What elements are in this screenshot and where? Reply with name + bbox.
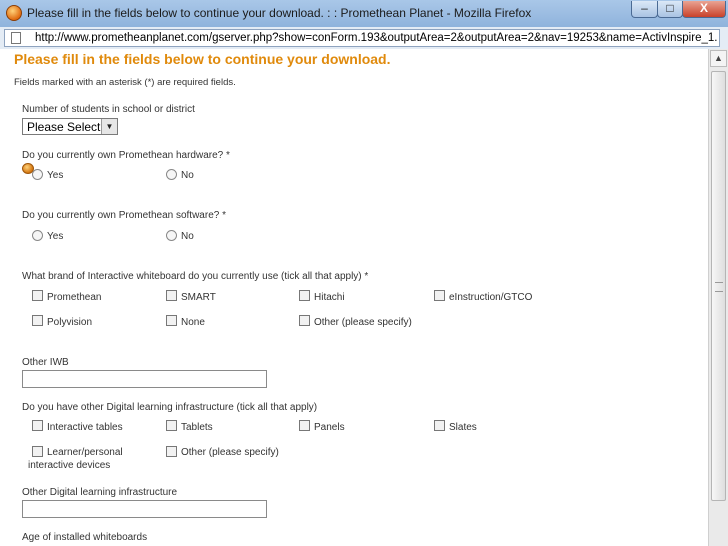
infra-tablets-label: Tablets xyxy=(181,422,213,433)
page-title: Please fill in the fields below to conti… xyxy=(14,51,391,67)
minimize-button[interactable]: – xyxy=(631,1,658,18)
other-iwb-label: Other IWB xyxy=(22,357,69,368)
infra-tablets-checkbox[interactable] xyxy=(166,420,177,431)
iwb-promethean-checkbox[interactable] xyxy=(32,290,43,301)
students-select[interactable]: Please Select ▼ xyxy=(22,118,118,135)
infra-learner-label-continued: interactive devices xyxy=(28,460,111,471)
software-no-radio[interactable] xyxy=(166,230,177,241)
grip-icon xyxy=(715,282,723,292)
window-title: Please fill in the fields below to conti… xyxy=(27,6,532,20)
chevron-down-icon[interactable]: ▼ xyxy=(101,119,117,134)
iwb-hitachi-label: Hitachi xyxy=(314,292,345,303)
infra-panels-label: Panels xyxy=(314,422,345,433)
hardware-label: Do you currently own Promethean hardware… xyxy=(22,150,230,161)
iwb-einstruction-checkbox[interactable] xyxy=(434,290,445,301)
vertical-scrollbar[interactable]: ▲ xyxy=(708,49,728,546)
infra-other-checkbox[interactable] xyxy=(166,446,177,457)
infra-tables-label: Interactive tables xyxy=(47,422,123,433)
page-content: Please fill in the fields below to conti… xyxy=(0,49,708,546)
url-text: http://www.prometheanplanet.com/gserver.… xyxy=(35,32,717,44)
software-no-label: No xyxy=(181,231,194,242)
infra-other-label: Other (please specify) xyxy=(181,447,279,458)
infra-learner-checkbox[interactable] xyxy=(32,446,43,457)
hardware-no-label: No xyxy=(181,170,194,181)
scroll-thumb[interactable] xyxy=(711,71,726,501)
other-infrastructure-input[interactable] xyxy=(22,500,267,518)
software-yes-radio[interactable] xyxy=(32,230,43,241)
iwb-other-label: Other (please specify) xyxy=(314,317,412,328)
address-bar: http://www.prometheanplanet.com/gserver.… xyxy=(0,27,728,50)
infrastructure-label: Do you have other Digital learning infra… xyxy=(22,402,318,413)
required-fields-note: Fields marked with an asterisk (*) are r… xyxy=(14,77,236,88)
infra-tables-checkbox[interactable] xyxy=(32,420,43,431)
iwb-hitachi-checkbox[interactable] xyxy=(299,290,310,301)
iwb-polyvision-label: Polyvision xyxy=(47,317,93,328)
software-label: Do you currently own Promethean software… xyxy=(22,210,226,221)
iwb-none-label: None xyxy=(181,317,205,328)
iwb-einstruction-label: eInstruction/GTCO xyxy=(449,292,533,303)
students-label: Number of students in school or district xyxy=(22,104,195,115)
firefox-icon xyxy=(6,5,22,21)
infra-slates-checkbox[interactable] xyxy=(434,420,445,431)
iwb-smart-label: SMART xyxy=(181,292,216,303)
age-whiteboards-label: Age of installed whiteboards xyxy=(22,532,148,543)
iwb-brand-label: What brand of Interactive whiteboard do … xyxy=(22,271,369,282)
other-infrastructure-label: Other Digital learning infrastructure xyxy=(22,487,178,498)
students-select-value: Please Select xyxy=(27,120,101,134)
hardware-yes-label: Yes xyxy=(47,170,64,181)
page-icon xyxy=(11,32,21,44)
iwb-promethean-label: Promethean xyxy=(47,292,102,303)
hardware-no-radio[interactable] xyxy=(166,169,177,180)
iwb-smart-checkbox[interactable] xyxy=(166,290,177,301)
scroll-up-icon[interactable]: ▲ xyxy=(710,50,727,67)
url-field[interactable]: http://www.prometheanplanet.com/gserver.… xyxy=(4,29,720,47)
software-yes-label: Yes xyxy=(47,231,64,242)
infra-learner-label: Learner/personal xyxy=(47,447,123,458)
infra-slates-label: Slates xyxy=(449,422,477,433)
hardware-yes-radio[interactable] xyxy=(32,169,43,180)
iwb-polyvision-checkbox[interactable] xyxy=(32,315,43,326)
window-titlebar: Please fill in the fields below to conti… xyxy=(0,0,728,28)
close-button[interactable]: X xyxy=(682,1,726,18)
other-iwb-input[interactable] xyxy=(22,370,267,388)
iwb-none-checkbox[interactable] xyxy=(166,315,177,326)
infra-panels-checkbox[interactable] xyxy=(299,420,310,431)
iwb-other-checkbox[interactable] xyxy=(299,315,310,326)
maximize-button[interactable]: □ xyxy=(657,1,683,18)
